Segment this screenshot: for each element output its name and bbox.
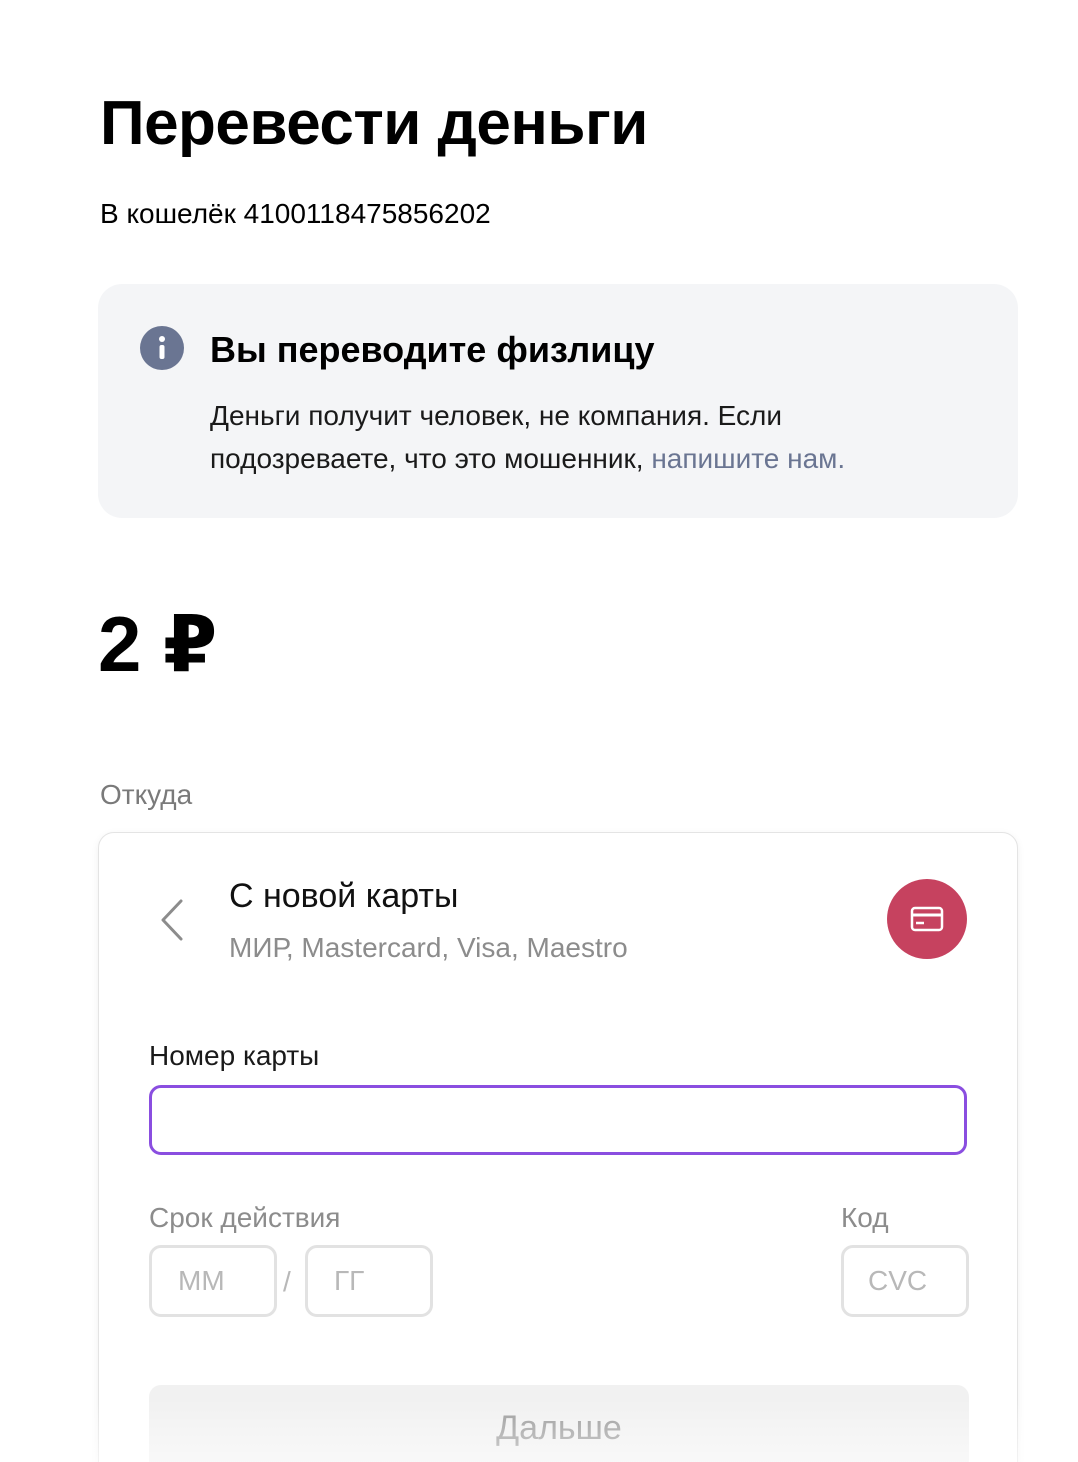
expiry-label: Срок действия	[149, 1202, 341, 1233]
transfer-page: Перевести деньги В кошелёк 4100118475856…	[0, 0, 1078, 1462]
back-button[interactable]	[151, 895, 195, 945]
new-card-panel: С новой карты МИР, Mastercard, Visa, Mae…	[98, 832, 1018, 1462]
card-number-input[interactable]	[149, 1085, 967, 1155]
wallet-number: В кошелёк 4100118475856202	[100, 198, 491, 229]
cvc-input[interactable]	[841, 1245, 969, 1317]
card-number-label: Номер карты	[149, 1040, 320, 1071]
card-networks: МИР, Mastercard, Visa, Maestro	[229, 932, 628, 963]
notice-text: Деньги получит человек, не компания. Есл…	[210, 394, 950, 480]
expiry-separator: /	[283, 1266, 291, 1297]
contact-us-link[interactable]: напишите нам.	[651, 443, 845, 474]
cvc-label: Код	[841, 1202, 889, 1233]
next-button[interactable]: Дальше	[149, 1385, 969, 1462]
source-label: Откуда	[100, 779, 193, 810]
card-source-title: С новой карты	[229, 877, 459, 915]
chevron-left-icon	[161, 899, 183, 941]
page-title: Перевести деньги	[100, 89, 648, 158]
notice-title: Вы переводите физлицу	[210, 329, 655, 370]
card-badge	[887, 879, 967, 959]
expiry-year-input[interactable]	[305, 1245, 433, 1317]
expiry-month-input[interactable]	[149, 1245, 277, 1317]
recipient-notice: Вы переводите физлицу Деньги получит чел…	[98, 284, 1018, 518]
credit-card-icon	[910, 906, 944, 932]
info-icon	[140, 326, 184, 370]
transfer-amount: 2 ₽	[98, 600, 218, 688]
